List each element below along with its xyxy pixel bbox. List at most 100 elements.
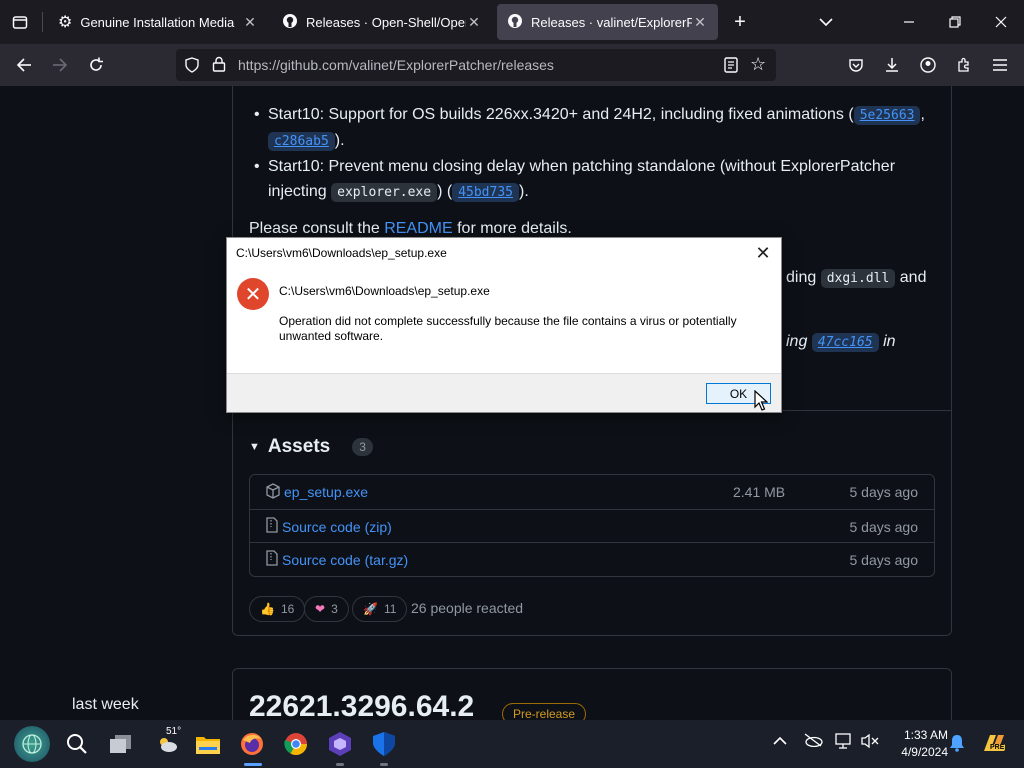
package-icon bbox=[266, 482, 282, 502]
gear-icon: ⚙ bbox=[58, 14, 73, 31]
reaction-heart[interactable]: ❤ 3 bbox=[304, 596, 349, 622]
file-explorer-icon[interactable] bbox=[194, 730, 222, 758]
bullet-text: ) ( bbox=[437, 183, 453, 200]
github-icon bbox=[282, 13, 298, 32]
tab-open-shell-releases[interactable]: Releases · Open-Shell/Open-Shell-Menu ✕ bbox=[272, 4, 492, 40]
dialog-close-button[interactable]: ✕ bbox=[751, 242, 775, 264]
heart-icon: ❤ bbox=[315, 602, 326, 616]
address-bar[interactable]: https://github.com/valinet/ExplorerPatch… bbox=[176, 49, 776, 81]
commit-link[interactable]: 45bd735 bbox=[452, 183, 519, 202]
close-window-icon[interactable] bbox=[989, 10, 1013, 34]
thumbs-up-icon: 👍 bbox=[260, 602, 275, 616]
asset-row: Source code (tar.gz) 5 days ago bbox=[250, 542, 934, 576]
asset-link[interactable]: ep_setup.exe bbox=[284, 484, 368, 500]
readme-link[interactable]: README bbox=[384, 220, 452, 237]
bullet-text: Start10: Support for OS builds 226xx.342… bbox=[268, 106, 854, 123]
notification-bell-icon[interactable] bbox=[949, 734, 965, 756]
back-arrow-icon[interactable] bbox=[12, 53, 36, 77]
search-icon[interactable] bbox=[63, 730, 91, 758]
partial-release-note: ing 47cc165 in bbox=[786, 333, 896, 352]
asset-date: 5 days ago bbox=[849, 484, 919, 500]
reaction-thumbs-up[interactable]: 👍 16 bbox=[249, 596, 306, 622]
asset-link[interactable]: Source code bbox=[282, 519, 361, 535]
show-hidden-icons-chevron-icon[interactable] bbox=[773, 733, 787, 750]
reader-view-icon[interactable] bbox=[724, 57, 738, 78]
url-text[interactable]: https://github.com/valinet/ExplorerPatch… bbox=[238, 57, 554, 73]
close-tab-icon[interactable]: ✕ bbox=[242, 14, 258, 31]
tab-genuine-installation-media[interactable]: ⚙ Genuine Installation Media ✕ bbox=[48, 4, 268, 40]
copilot-preview-icon[interactable]: PRE bbox=[980, 731, 1006, 759]
asset-size: 2.41 MB bbox=[733, 484, 786, 500]
asset-date: 5 days ago bbox=[849, 551, 919, 568]
triangle-down-icon: ▼ bbox=[249, 441, 260, 453]
bookmark-star-icon[interactable]: ☆ bbox=[750, 54, 766, 75]
downloads-icon[interactable] bbox=[880, 53, 904, 77]
firefox-icon[interactable] bbox=[238, 730, 266, 758]
running-app-indicator bbox=[380, 763, 388, 766]
account-icon[interactable] bbox=[916, 53, 940, 77]
rocket-icon: 🚀 bbox=[363, 602, 378, 616]
reactions-summary: 26 people reacted bbox=[411, 600, 524, 616]
paragraph-text: Please consult the bbox=[249, 220, 385, 237]
forward-arrow-icon[interactable] bbox=[48, 53, 72, 77]
reaction-count: 16 bbox=[280, 602, 295, 616]
partial-text: in bbox=[883, 333, 896, 350]
commit-link[interactable]: c286ab5 bbox=[268, 132, 335, 151]
minimize-window-icon[interactable] bbox=[897, 10, 921, 34]
assets-header[interactable]: ▼ Assets 3 bbox=[249, 436, 373, 458]
release-title[interactable]: 22621.3296.64.2 bbox=[249, 690, 474, 720]
clock[interactable]: 1:33 AM 4/9/2024 bbox=[888, 727, 948, 761]
task-view-icon[interactable] bbox=[107, 730, 135, 758]
asset-link[interactable]: Source code bbox=[282, 552, 361, 568]
commit-link[interactable]: 47cc165 bbox=[811, 333, 879, 352]
pocket-icon[interactable] bbox=[844, 53, 868, 77]
file-zip-icon bbox=[266, 550, 282, 569]
clock-date: 4/9/2024 bbox=[901, 745, 948, 759]
dialog-file-path: C:\Users\vm6\Downloads\ep_setup.exe bbox=[279, 284, 490, 298]
windows-security-icon[interactable] bbox=[370, 730, 398, 758]
asset-row: ep_setup.exe 2.41 MB 5 days ago bbox=[250, 475, 934, 509]
tracking-protection-icon[interactable] bbox=[184, 57, 200, 78]
restore-window-icon[interactable] bbox=[943, 10, 967, 34]
preview-badge: PRE bbox=[989, 744, 1006, 751]
commit-link[interactable]: 5e25663 bbox=[853, 106, 921, 125]
list-all-tabs-icon[interactable] bbox=[814, 10, 838, 34]
weather-widget[interactable]: 51° bbox=[150, 726, 184, 758]
partial-text: ding bbox=[786, 269, 817, 286]
asset-ext[interactable]: (tar.gz) bbox=[365, 552, 409, 568]
lock-icon[interactable] bbox=[212, 56, 226, 77]
speaker-muted-icon[interactable] bbox=[861, 733, 879, 753]
chrome-icon[interactable] bbox=[282, 730, 310, 758]
dialog-message: Operation did not complete successfully … bbox=[279, 314, 737, 343]
network-icon[interactable] bbox=[835, 733, 853, 753]
tab-explorerpatcher-releases[interactable]: Releases · valinet/ExplorerPatcher ✕ bbox=[497, 4, 718, 40]
tab-label: Releases · Open-Shell/Open-Shell-Menu bbox=[306, 14, 466, 30]
assets-title: Assets bbox=[267, 436, 331, 457]
close-tab-icon[interactable]: ✕ bbox=[466, 14, 482, 31]
onedrive-offline-icon[interactable] bbox=[803, 733, 823, 751]
new-tab-button[interactable]: + bbox=[728, 10, 752, 34]
partial-text: and bbox=[899, 269, 927, 286]
hamburger-menu-icon[interactable] bbox=[988, 53, 1012, 77]
inline-code: dxgi.dll bbox=[820, 269, 896, 288]
asset-ext[interactable]: (zip) bbox=[365, 519, 392, 535]
mouse-cursor-icon bbox=[754, 389, 769, 417]
partial-text: ing bbox=[786, 333, 808, 350]
dialog-footer: OK bbox=[227, 373, 781, 412]
extensions-icon[interactable] bbox=[952, 53, 976, 77]
visual-studio-icon[interactable] bbox=[326, 730, 354, 758]
reaction-rocket[interactable]: 🚀 11 bbox=[352, 596, 408, 622]
navigation-toolbar: https://github.com/valinet/ExplorerPatch… bbox=[0, 44, 1024, 86]
release-date-label: last week bbox=[72, 696, 139, 713]
pre-release-badge: Pre-release bbox=[502, 703, 587, 720]
start-globe-icon[interactable] bbox=[14, 726, 50, 762]
error-icon: ✕ bbox=[237, 278, 269, 310]
tab-overview-icon[interactable] bbox=[8, 10, 32, 34]
reaction-count: 3 bbox=[331, 602, 338, 616]
asset-date: 5 days ago bbox=[849, 518, 919, 535]
partial-release-note: ding dxgi.dll and bbox=[786, 269, 927, 288]
reload-icon[interactable] bbox=[84, 53, 108, 77]
close-tab-icon[interactable]: ✕ bbox=[692, 14, 708, 31]
bullet-text: ). bbox=[518, 183, 529, 200]
readme-paragraph: Please consult the README for more detai… bbox=[249, 220, 572, 238]
